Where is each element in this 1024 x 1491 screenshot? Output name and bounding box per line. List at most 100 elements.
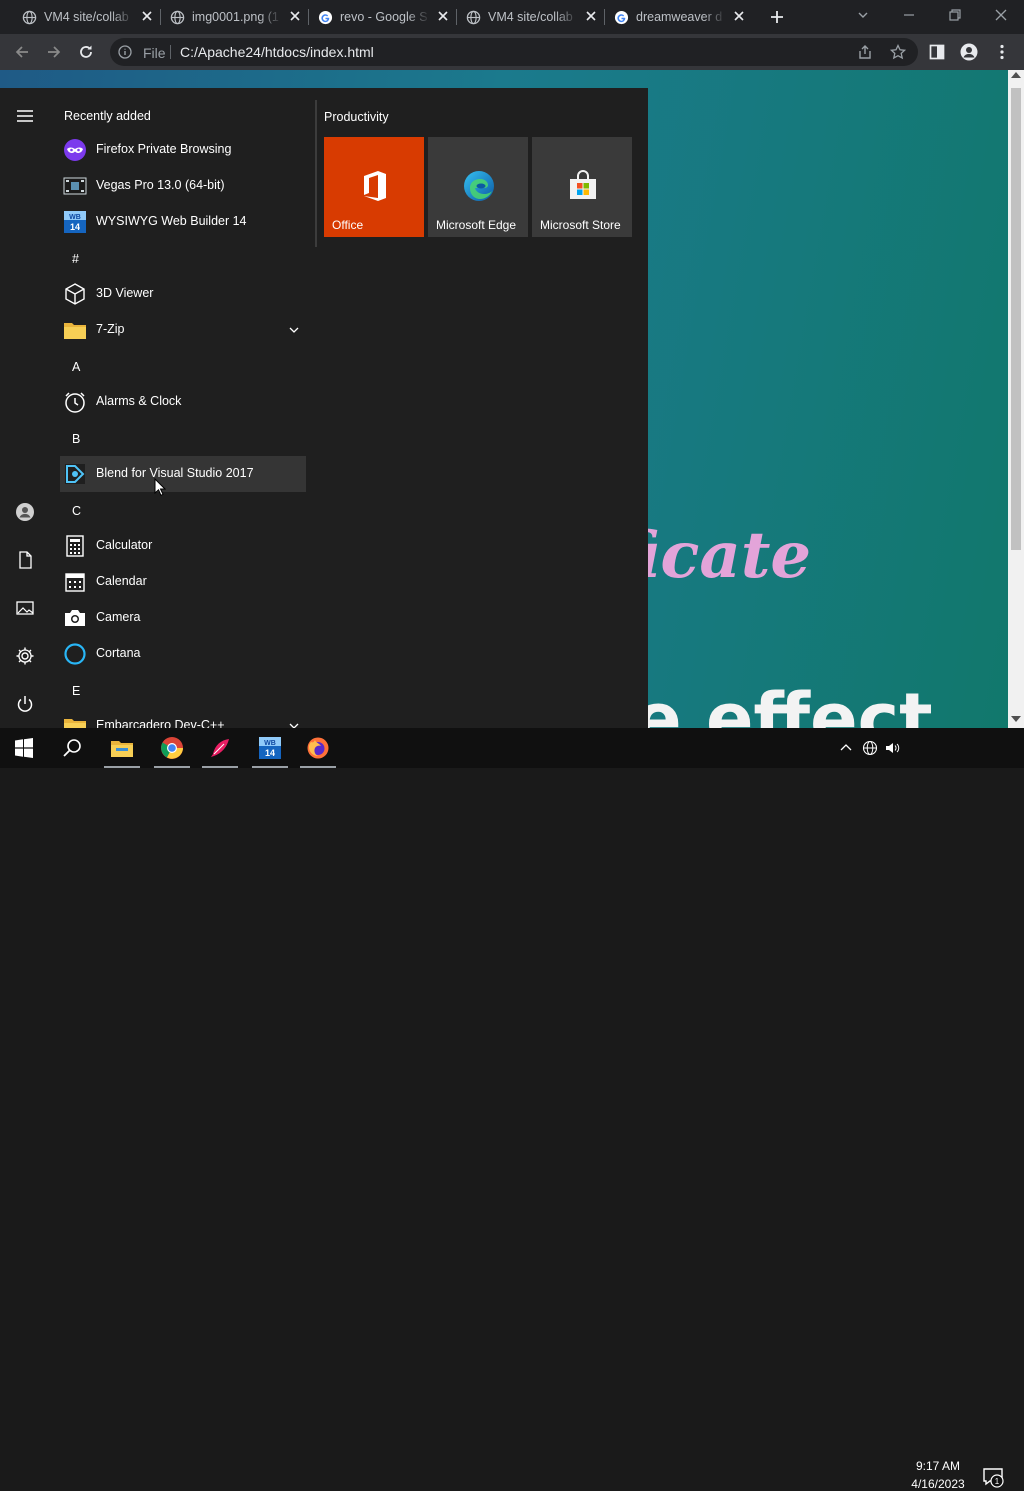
globe-icon	[466, 10, 481, 25]
tab-title: revo - Google S	[340, 10, 428, 24]
app-label: Calculator	[96, 538, 153, 552]
scrollbar-thumb[interactable]	[1011, 88, 1021, 550]
site-info-icon[interactable]	[118, 45, 132, 59]
edge-icon	[464, 171, 494, 201]
network-globe-icon[interactable]	[862, 740, 878, 756]
address-bar[interactable]: File C:/Apache24/htdocs/index.html	[110, 38, 918, 66]
restore-icon[interactable]	[943, 4, 967, 26]
tile-label: Office	[332, 218, 364, 232]
feather-pen-icon	[211, 739, 229, 757]
app-item-alarms-clock[interactable]: Alarms & Clock	[60, 384, 306, 420]
wysiwyg-icon: WB14	[259, 737, 281, 759]
browser-tab[interactable]: VM4 site/collab	[0, 0, 160, 34]
app-item-camera[interactable]: Camera	[60, 600, 306, 636]
google-icon	[318, 10, 333, 25]
app-label: WYSIWYG Web Builder 14	[96, 214, 247, 228]
new-tab-icon[interactable]	[768, 8, 786, 26]
app-label: Firefox Private Browsing	[96, 142, 232, 156]
browser-tab[interactable]: img0001.png (1	[148, 0, 308, 34]
tile-office[interactable]: Office	[324, 137, 424, 237]
browser-tab[interactable]: VM4 site/collab	[444, 0, 604, 34]
section-letter[interactable]: E	[72, 684, 80, 698]
file-explorer-icon	[111, 741, 133, 757]
start-button[interactable]	[0, 728, 48, 768]
profile-icon[interactable]	[960, 43, 978, 61]
hamburger-menu-icon[interactable]	[15, 106, 35, 126]
app-label: 3D Viewer	[96, 286, 154, 300]
app-label: Cortana	[96, 646, 141, 660]
taskbar-firefox[interactable]	[294, 728, 342, 768]
side-panel-icon[interactable]	[928, 43, 946, 61]
firefox-private-icon	[64, 139, 86, 161]
scroll-up-arrow-icon[interactable]	[1011, 72, 1021, 78]
reload-icon[interactable]	[77, 43, 95, 61]
tab-search-chevron-icon[interactable]	[851, 4, 875, 26]
taskbar-file-explorer[interactable]	[98, 728, 146, 768]
app-item-calculator[interactable]: Calculator	[60, 528, 306, 564]
app-label: 7-Zip	[96, 322, 125, 336]
forward-icon[interactable]	[45, 43, 63, 61]
search-button[interactable]	[48, 728, 96, 768]
chevron-down-icon[interactable]	[288, 324, 300, 336]
app-item-7zip[interactable]: 7-Zip	[60, 312, 306, 348]
chevron-down-icon[interactable]	[288, 720, 300, 728]
volume-icon[interactable]	[884, 740, 900, 756]
section-letter[interactable]: B	[72, 432, 80, 446]
productivity-header[interactable]: Productivity	[324, 110, 389, 124]
wysiwyg-icon: WB14	[64, 211, 86, 233]
svg-text:WB: WB	[264, 740, 276, 747]
section-letter[interactable]: #	[72, 252, 79, 266]
app-item-embarcadero[interactable]: Embarcadero Dev-C++	[60, 708, 306, 728]
clock-time[interactable]: 9:17 AM	[905, 1459, 971, 1473]
folder-icon	[64, 323, 86, 339]
close-window-icon[interactable]	[989, 4, 1013, 26]
pictures-icon[interactable]	[15, 598, 35, 618]
start-divider	[315, 100, 317, 247]
app-item-wysiwyg[interactable]: WB 14 WYSIWYG Web Builder 14	[60, 204, 306, 240]
notification-center-icon[interactable]: 1	[982, 1466, 1004, 1488]
user-account-icon[interactable]	[15, 502, 35, 522]
firefox-icon	[307, 737, 329, 759]
back-icon[interactable]	[13, 43, 31, 61]
url-text[interactable]: C:/Apache24/htdocs/index.html	[180, 44, 374, 60]
globe-icon	[22, 10, 37, 25]
share-icon[interactable]	[856, 43, 874, 61]
calendar-icon	[65, 573, 85, 592]
tab-title: dreamweaver d	[636, 10, 723, 24]
clock-date[interactable]: 4/16/2023	[905, 1477, 971, 1491]
section-letter[interactable]: A	[72, 360, 80, 374]
app-item-calendar[interactable]: Calendar	[60, 564, 306, 600]
app-item-cortana[interactable]: Cortana	[60, 636, 306, 672]
settings-gear-icon[interactable]	[15, 646, 35, 666]
taskbar-wysiwyg[interactable]: WB 14	[246, 728, 294, 768]
start-rail	[0, 88, 50, 728]
section-letter[interactable]: C	[72, 504, 81, 518]
bookmark-star-icon[interactable]	[889, 43, 907, 61]
taskbar-feather-app[interactable]	[196, 728, 244, 768]
browser-tab[interactable]: dreamweaver d	[592, 0, 752, 34]
app-item-blend[interactable]: Blend for Visual Studio 2017	[60, 456, 306, 492]
svg-text:14: 14	[265, 748, 275, 758]
close-tab-icon[interactable]	[732, 9, 746, 23]
documents-icon[interactable]	[15, 550, 35, 570]
mouse-cursor-icon	[154, 478, 166, 496]
cube-icon	[65, 283, 85, 305]
app-item-vegas-pro[interactable]: Vegas Pro 13.0 (64-bit)	[60, 168, 306, 204]
tray-overflow-chevron-icon[interactable]	[838, 740, 854, 756]
taskbar-chrome[interactable]	[148, 728, 196, 768]
menu-kebab-icon[interactable]	[993, 43, 1011, 61]
tab-title: VM4 site/collab	[44, 10, 129, 24]
scroll-down-arrow-icon[interactable]	[1011, 716, 1021, 722]
camera-icon	[65, 610, 85, 626]
minimize-icon[interactable]	[897, 4, 921, 26]
app-label: Embarcadero Dev-C++	[96, 718, 225, 728]
app-label: Calendar	[96, 574, 147, 588]
app-item-firefox-private[interactable]: Firefox Private Browsing	[60, 132, 306, 168]
svg-text:WB: WB	[69, 214, 81, 221]
tile-microsoft-edge[interactable]: Microsoft Edge	[428, 137, 528, 237]
app-item-3d-viewer[interactable]: 3D Viewer	[60, 276, 306, 312]
folder-icon	[64, 719, 86, 728]
tile-microsoft-store[interactable]: Microsoft Store	[532, 137, 632, 237]
power-icon[interactable]	[15, 694, 35, 714]
browser-tab[interactable]: revo - Google S	[296, 0, 456, 34]
